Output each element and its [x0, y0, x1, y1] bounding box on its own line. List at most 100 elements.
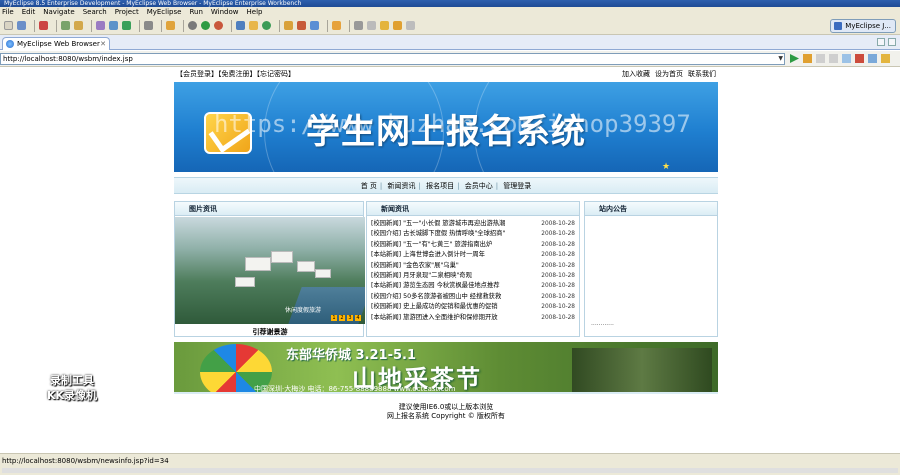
external-tools-icon[interactable] [214, 21, 223, 30]
annotation-icon[interactable] [332, 21, 341, 30]
nav-separator: | [495, 182, 499, 190]
back-icon[interactable] [393, 21, 402, 30]
search-icon[interactable] [297, 21, 306, 30]
news-item[interactable]: [校园新闻] "五一"小长假 旅游城市再迎出游热潮 2008-10-28 [371, 219, 575, 229]
menu-help[interactable]: Help [247, 7, 263, 17]
slide-dot[interactable]: 4 [355, 315, 361, 321]
news-title[interactable]: [校园新闻] "五一"有"七黄三" 旅游指南出炉 [371, 240, 539, 250]
stop-icon[interactable] [39, 21, 48, 30]
open-type-icon[interactable] [262, 21, 271, 30]
last-edit-icon[interactable] [380, 21, 389, 30]
member-links[interactable]: 【会员登录】【免费注册】【忘记密码】 [176, 67, 295, 81]
open-resource-icon[interactable] [284, 21, 293, 30]
open-folder-icon[interactable] [249, 21, 258, 30]
menu-edit[interactable]: Edit [22, 7, 36, 17]
news-title[interactable]: [本站新闻] 旅游团进入全面维护和保修期开放 [371, 313, 539, 323]
new-class-icon[interactable] [236, 21, 245, 30]
minimize-icon[interactable] [877, 38, 885, 46]
slide-dot[interactable]: 3 [347, 315, 353, 321]
add-favorite-link[interactable]: 加入收藏 [622, 67, 650, 81]
deploy-icon[interactable] [61, 21, 70, 30]
news-title[interactable]: [校园新闻] "金色农家"展"乌巢" [371, 261, 539, 271]
panel-title: 站内公告 [585, 202, 717, 216]
maximize-icon[interactable] [888, 38, 896, 46]
news-item[interactable]: [校园新闻] 月牙泉现"二泉相映"奇观 2008-10-28 [371, 271, 575, 281]
news-item[interactable]: [校园新闻] "金色农家"展"乌巢" 2008-10-28 [371, 261, 575, 271]
menu-file[interactable]: File [2, 7, 14, 17]
nav-member-center[interactable]: 会员中心 [465, 182, 493, 190]
news-item[interactable]: [本站新闻] 旅游团进入全面维护和保修期开放 2008-10-28 [371, 313, 575, 323]
news-title[interactable]: [校园介绍] 50多名旅游者被困山中 经搜救获救 [371, 292, 539, 302]
menu-project[interactable]: Project [115, 7, 139, 17]
news-item[interactable]: [校园介绍] 50多名旅游者被困山中 经搜救获救 2008-10-28 [371, 292, 575, 302]
news-item[interactable]: [本站新闻] 游览生态园 今秋赏枫最佳地点推荐 2008-10-28 [371, 281, 575, 291]
news-title[interactable]: [校园新闻] 月牙泉现"二泉相映"奇观 [371, 271, 539, 281]
news-title[interactable]: [本站新闻] 上海世博会进入倒计时一周年 [371, 250, 539, 260]
new-wizard-icon[interactable] [166, 21, 175, 30]
news-item[interactable]: [校园介绍] 古长城脚下度假 热情呼唤"全球招商" 2008-10-28 [371, 229, 575, 239]
refresh-icon[interactable] [842, 54, 851, 63]
save-icon[interactable] [17, 21, 26, 30]
site-nav: 首 页 | 新闻资讯 | 报名项目 | 会员中心 | 管理登录 [174, 177, 718, 194]
chevron-down-icon[interactable]: ▼ [778, 54, 783, 64]
menu-myeclipse[interactable]: MyEclipse [147, 7, 182, 17]
news-date: 2008-10-28 [541, 272, 575, 279]
home-icon[interactable] [868, 54, 877, 63]
pen-icon[interactable] [310, 21, 319, 30]
slide-dot[interactable]: 1 [331, 315, 337, 321]
slide-dots: 1 2 3 4 [331, 315, 361, 321]
perspective-switcher[interactable]: MyEclipse J... [830, 19, 896, 33]
toolbar-separator [279, 19, 280, 32]
server-icon[interactable] [74, 21, 83, 30]
nav-admin-login[interactable]: 管理登录 [503, 182, 531, 190]
news-title[interactable]: [校园新闻] "五一"小长假 旅游城市再迎出游热潮 [371, 219, 539, 229]
scenic-photo[interactable]: 休闲度假旅游 1 2 3 4 [175, 217, 365, 324]
toolbar-separator [139, 19, 140, 32]
forward-icon[interactable] [829, 54, 838, 63]
stop-icon[interactable] [855, 54, 864, 63]
news-title[interactable]: [校园介绍] 古长城脚下度假 热情呼唤"全球招商" [371, 229, 539, 239]
top-right-links: 加入收藏 设为首页 联系我们 [622, 67, 716, 81]
building [315, 269, 331, 278]
news-item[interactable]: [本站新闻] 上海世博会进入倒计时一周年 2008-10-28 [371, 250, 575, 260]
news-title[interactable]: [校园新闻] 史上最成功的促销和最优惠的促销 [371, 302, 539, 312]
news-title[interactable]: [本站新闻] 游览生态园 今秋赏枫最佳地点推荐 [371, 281, 539, 291]
close-icon[interactable]: ✕ [100, 38, 106, 50]
tab-web-browser[interactable]: MyEclipse Web Browser ✕ [2, 37, 110, 50]
nav-projects[interactable]: 报名项目 [426, 182, 454, 190]
slide-dot[interactable]: 2 [339, 315, 345, 321]
go-icon[interactable] [790, 54, 799, 63]
menu-window[interactable]: Window [211, 7, 239, 17]
bookmark-icon[interactable] [803, 54, 812, 63]
prev-annotation-icon[interactable] [367, 21, 376, 30]
tools-icon[interactable] [881, 54, 890, 63]
url-text: http://localhost:8080/wsbm/index.jsp [3, 55, 133, 63]
nav-separator: | [418, 182, 421, 190]
ad-banner[interactable]: 东部华侨城 3.21-5.1 山地采茶节 中国深圳·大梅沙 电话：86-755-… [174, 342, 718, 394]
back-icon[interactable] [816, 54, 825, 63]
gear-icon[interactable] [188, 21, 197, 30]
nav-home[interactable]: 首 页 [361, 182, 377, 190]
new-file-icon[interactable] [4, 21, 13, 30]
window-icon[interactable] [144, 21, 153, 30]
nav-news[interactable]: 新闻资讯 [388, 182, 416, 190]
run-icon[interactable] [201, 21, 210, 30]
contact-link[interactable]: 联系我们 [688, 67, 716, 81]
nav-separator: | [379, 182, 383, 190]
menu-navigate[interactable]: Navigate [43, 7, 74, 17]
menu-run[interactable]: Run [189, 7, 202, 17]
main-toolbar [0, 17, 900, 35]
forward-icon[interactable] [406, 21, 415, 30]
globe-icon[interactable] [122, 21, 131, 30]
news-item[interactable]: [校园新闻] 史上最成功的促销和最优惠的促销 2008-10-28 [371, 302, 575, 312]
package-icon[interactable] [109, 21, 118, 30]
set-homepage-link[interactable]: 设为首页 [655, 67, 683, 81]
next-annotation-icon[interactable] [354, 21, 363, 30]
news-item[interactable]: [校园新闻] "五一"有"七黄三" 旅游指南出炉 2008-10-28 [371, 240, 575, 250]
url-input[interactable]: http://localhost:8080/wsbm/index.jsp ▼ [0, 53, 785, 65]
address-bar: http://localhost:8080/wsbm/index.jsp ▼ [0, 51, 900, 67]
menu-search[interactable]: Search [83, 7, 107, 17]
web-page: 【会员登录】【免费注册】【忘记密码】 加入收藏 设为首页 联系我们 https:… [0, 67, 900, 453]
project-icon[interactable] [96, 21, 105, 30]
photo-caption[interactable]: 引荐谢景游 [175, 327, 365, 337]
